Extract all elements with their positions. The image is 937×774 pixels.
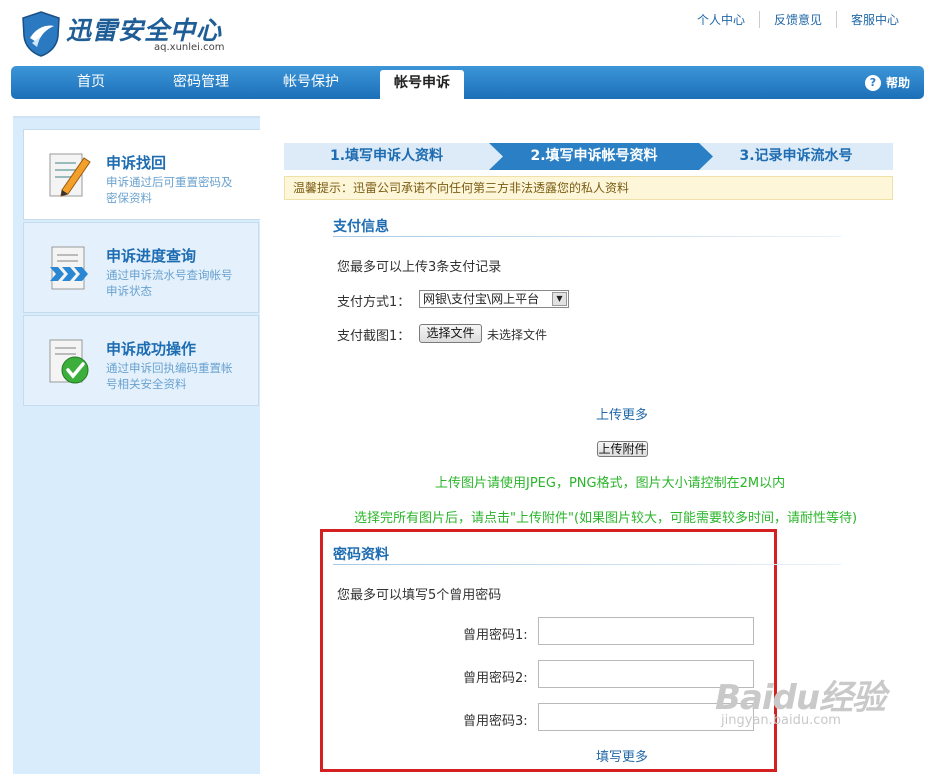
nav-account-appeal[interactable]: 帐号申诉 (380, 70, 464, 99)
help-button[interactable]: ? 帮助 (864, 74, 910, 91)
chevron-down-icon: ▼ (552, 292, 567, 306)
watermark-main: Baidu经验 (715, 678, 886, 718)
sidebar-item-desc: 通过申诉回执编码重置帐号相关安全资料 (106, 361, 233, 391)
upload-format-hint: 上传图片请使用JPEG，PNG格式，图片大小请控制在2M以内 (435, 476, 786, 491)
link-personal-center[interactable]: 个人中心 (683, 11, 759, 28)
password-intro: 您最多可以填写5个曾用密码 (337, 588, 502, 603)
sidebar-item-desc: 申诉通过后可重置密码及密保资料 (106, 175, 233, 205)
logo-domain: aq.xunlei.com (154, 41, 225, 53)
baidu-watermark: Baidu经验 jingyan.baidu.com (715, 670, 886, 728)
nav-home[interactable]: 首页 (51, 66, 131, 99)
link-customer-service[interactable]: 客服中心 (835, 11, 913, 28)
payment-screenshot-label: 支付截图1： (337, 329, 411, 344)
highlight-box (320, 529, 777, 772)
privacy-tip: 温馨提示：迅雷公司承诺不向任何第三方非法透露您的私人资料 (284, 176, 893, 200)
payment-section-title: 支付信息 (333, 219, 389, 235)
upload-more-link[interactable]: 上传更多 (596, 404, 648, 423)
upload-attachment-button[interactable]: 上传附件 (597, 441, 648, 457)
payment-method-label: 支付方式1： (337, 295, 411, 310)
sidebar-item-title: 申诉找回 (106, 154, 167, 172)
step-indicator: 1.填写申诉人资料 2.填写申诉帐号资料 3.记录申诉流水号 (284, 143, 893, 170)
nav-account-protection[interactable]: 帐号保护 (266, 66, 356, 99)
sidebar-item-success-operation[interactable]: 申诉成功操作 通过申诉回执编码重置帐号相关安全资料 (23, 315, 259, 406)
link-feedback[interactable]: 反馈意见 (758, 11, 836, 28)
payment-method-select[interactable]: 网银\支付宝\网上平台 ▼ (419, 290, 569, 308)
old-password-1-label: 曾用密码1: (463, 628, 528, 643)
step-arrow-icon (699, 143, 713, 170)
shield-logo-icon (22, 11, 60, 57)
nav-password-management[interactable]: 密码管理 (156, 66, 246, 99)
old-password-2-label: 曾用密码2: (463, 671, 528, 686)
no-file-text: 未选择文件 (487, 328, 548, 342)
sidebar-item-title: 申诉进度查询 (106, 247, 197, 265)
old-password-3-label: 曾用密码3: (463, 714, 528, 729)
step-arrow-icon (489, 143, 503, 170)
step-2: 2.填写申诉帐号资料 (489, 143, 699, 170)
sidebar-item-appeal-recover[interactable]: 申诉找回 申诉通过后可重置密码及密保资料 (23, 129, 260, 220)
logo[interactable]: 迅雷安全中心 aq.xunlei.com (20, 10, 225, 58)
section-divider (333, 236, 841, 237)
pencil-doc-icon (49, 153, 91, 197)
payment-intro: 您最多可以上传3条支付记录 (337, 260, 502, 275)
sidebar-item-progress-query[interactable]: 申诉进度查询 通过申诉流水号查询帐号申诉状态 (23, 222, 259, 313)
old-password-1-field[interactable] (538, 617, 754, 645)
arrows-doc-icon (50, 246, 88, 290)
main-navbar: 首页 密码管理 帐号保护 帐号申诉 ? 帮助 (11, 66, 924, 99)
top-links: 个人中心 反馈意见 客服中心 (683, 11, 913, 28)
sidebar: 申诉找回 申诉通过后可重置密码及密保资料 申诉进度查询 通过申诉流水号查询帐号申… (13, 116, 260, 774)
step-1: 1.填写申诉人资料 (284, 143, 489, 170)
choose-file-button[interactable]: 选择文件 (419, 324, 482, 343)
payment-method-value: 网银\支付宝\网上平台 (423, 292, 540, 306)
section-divider (333, 564, 841, 565)
upload-instruction-hint: 选择完所有图片后，请点击"上传附件"(如果图片较大，可能需要较多时间，请耐性等待… (354, 511, 858, 526)
help-icon: ? (864, 74, 881, 91)
check-doc-icon (49, 339, 89, 384)
step-3: 3.记录申诉流水号 (699, 143, 893, 170)
help-label: 帮助 (885, 76, 910, 90)
password-section-title: 密码资料 (333, 547, 389, 563)
sidebar-item-desc: 通过申诉流水号查询帐号申诉状态 (106, 268, 233, 298)
sidebar-item-title: 申诉成功操作 (106, 340, 197, 358)
fill-more-link[interactable]: 填写更多 (596, 746, 648, 765)
